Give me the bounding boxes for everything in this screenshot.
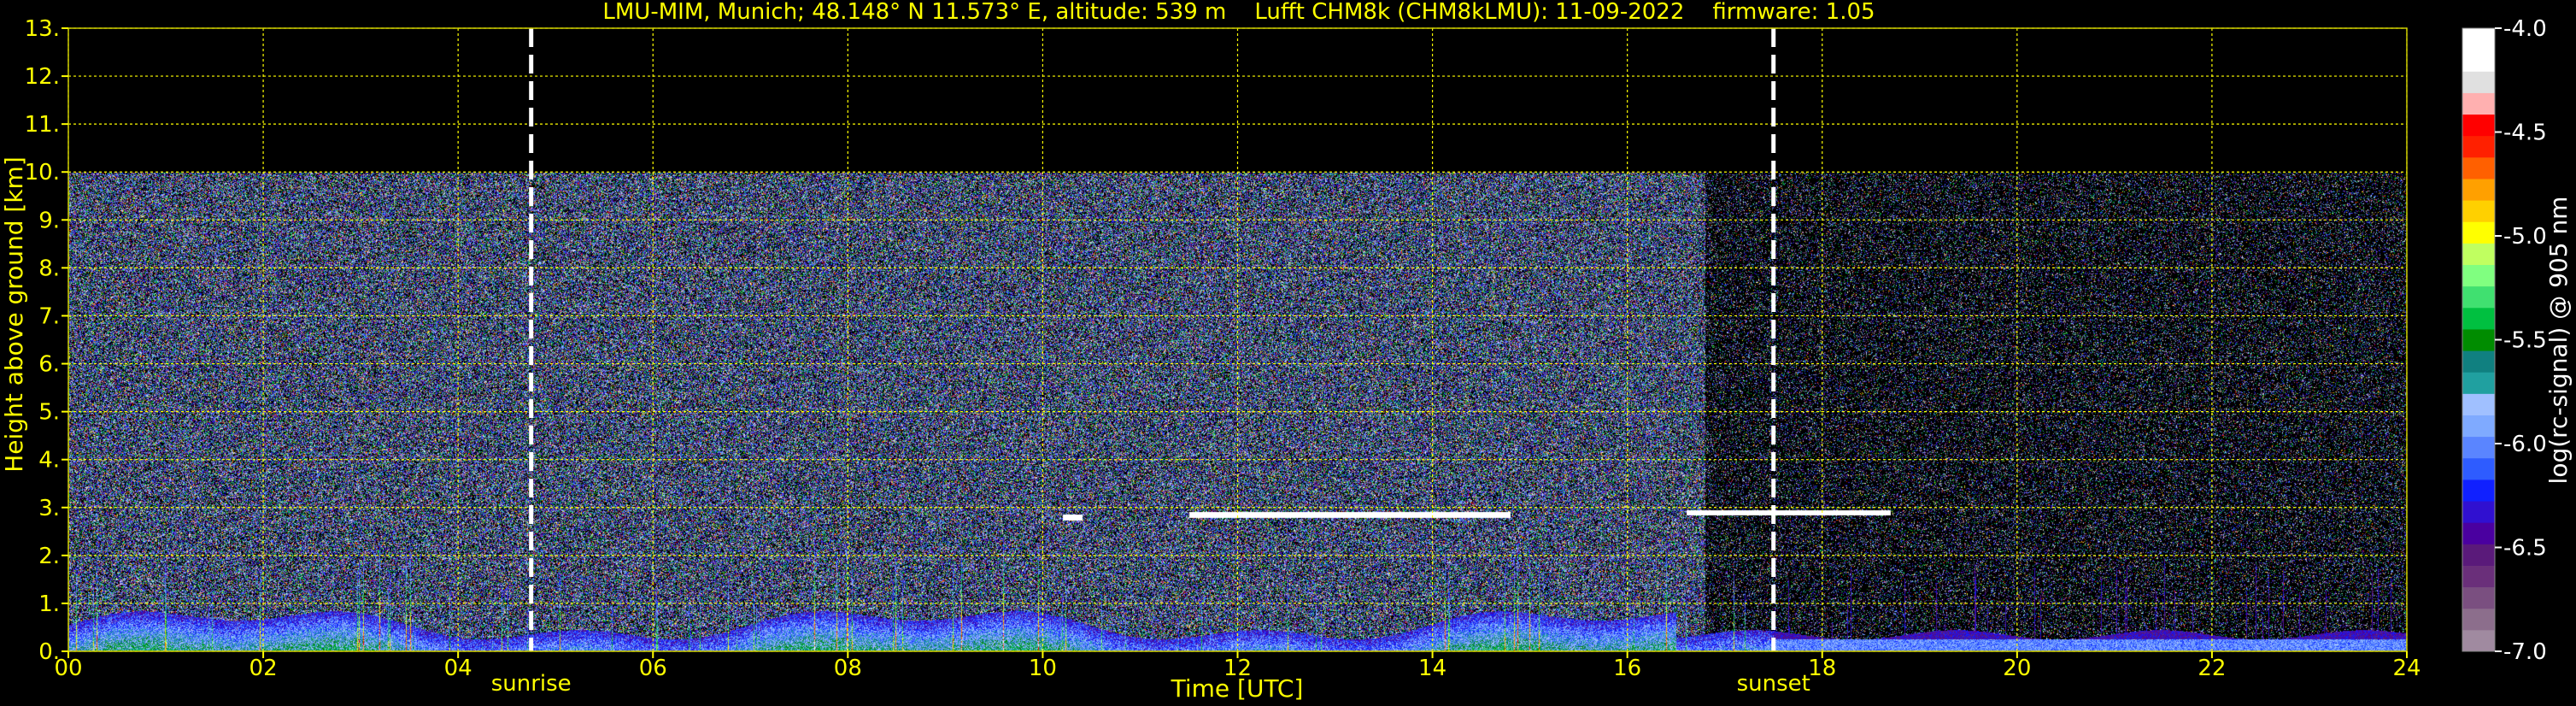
y-tick-label: 8. (38, 256, 60, 281)
colorbar-swatch (2462, 608, 2495, 631)
x-tick-label: 18 (1808, 656, 1836, 681)
colorbar-tick-label: -6.5 (2503, 536, 2547, 562)
x-tick-label: 04 (444, 656, 472, 681)
colorbar-swatch (2462, 544, 2495, 566)
y-tick-label: 6. (38, 352, 60, 378)
colorbar-swatch (2462, 350, 2495, 373)
colorbar-swatch (2462, 50, 2495, 72)
colorbar-swatch (2462, 522, 2495, 544)
colorbar-swatch (2462, 372, 2495, 394)
colorbar-swatch (2462, 243, 2495, 266)
colorbar-swatch (2462, 178, 2495, 201)
colorbar-swatch (2462, 114, 2495, 137)
colorbar-swatch (2462, 393, 2495, 415)
colorbar-swatch (2462, 501, 2495, 523)
y-tick-label: 5. (38, 400, 60, 426)
colorbar-swatch (2462, 156, 2495, 179)
colorbar-swatch (2462, 328, 2495, 351)
x-tick-label: 22 (2198, 656, 2226, 681)
colorbar-swatch (2462, 264, 2495, 287)
colorbar-tick-label: -5.0 (2503, 224, 2547, 250)
colorbar-swatch (2462, 565, 2495, 588)
colorbar-swatch (2462, 71, 2495, 93)
colorbar-swatch (2462, 457, 2495, 480)
colorbar-swatch (2462, 28, 2495, 50)
colorbar-label: log(rc-signal) @ 905 nm (2544, 197, 2573, 485)
colorbar-swatch (2462, 479, 2495, 502)
colorbar-tick-label: -6.0 (2503, 432, 2547, 457)
colorbar-swatch (2462, 285, 2495, 309)
y-tick-label: 13. (25, 16, 60, 42)
y-tick-label: 3. (38, 496, 60, 521)
sunrise-label: sunrise (491, 671, 572, 697)
chart-title: LMU-MIM, Munich; 48.148° N 11.573° E, al… (602, 0, 1875, 25)
colorbar-swatch (2462, 221, 2495, 244)
colorbar-swatch (2462, 307, 2495, 330)
x-tick-label: 06 (639, 656, 667, 681)
x-tick-label: 02 (249, 656, 278, 681)
sunset-label: sunset (1737, 671, 1810, 697)
ceilometer-chart: sunrise sunset 00 02 04 06 08 10 12 14 16 18 20 22 24… (0, 0, 2573, 703)
y-tick-label: 10. (25, 160, 60, 185)
colorbar-swatch (2462, 92, 2495, 115)
colorbar-tick-label: -4.0 (2503, 16, 2547, 42)
colorbar-swatch (2462, 200, 2495, 222)
y-tick-label: 7. (38, 303, 60, 329)
colorbar-swatch (2462, 629, 2495, 652)
x-tick-label: 16 (1613, 656, 1641, 681)
colorbar-swatch (2462, 436, 2495, 459)
colorbar-tick-label: -4.5 (2503, 121, 2547, 146)
x-tick-label: 14 (1418, 656, 1446, 681)
x-tick-label: 24 (2392, 656, 2421, 681)
y-tick-label: 4. (38, 448, 60, 474)
x-axis-label: Time [UTC] (1171, 674, 1304, 703)
x-tick-label: 20 (2003, 656, 2031, 681)
colorbar: -4.0 -4.5 -5.0 -5.5 -6.0 -6.5 -7.0 (2462, 16, 2547, 665)
y-tick-label: 9. (38, 208, 60, 233)
colorbar-swatch (2462, 135, 2495, 158)
y-tick-label: 11. (25, 112, 60, 138)
y-axis-label: Height above ground [km] (0, 156, 28, 473)
x-tick-label: 08 (834, 656, 862, 681)
x-tick-label: 10 (1029, 656, 1057, 681)
colorbar-tick-label: -7.0 (2503, 639, 2547, 665)
y-tick-label: 12. (25, 64, 60, 90)
y-tick-label: 0. (38, 639, 60, 665)
colorbar-tick-label: -5.5 (2503, 328, 2547, 354)
y-tick-label: 2. (38, 544, 60, 569)
colorbar-swatch (2462, 415, 2495, 438)
y-tick-label: 1. (38, 591, 60, 617)
colorbar-swatch (2462, 586, 2495, 609)
